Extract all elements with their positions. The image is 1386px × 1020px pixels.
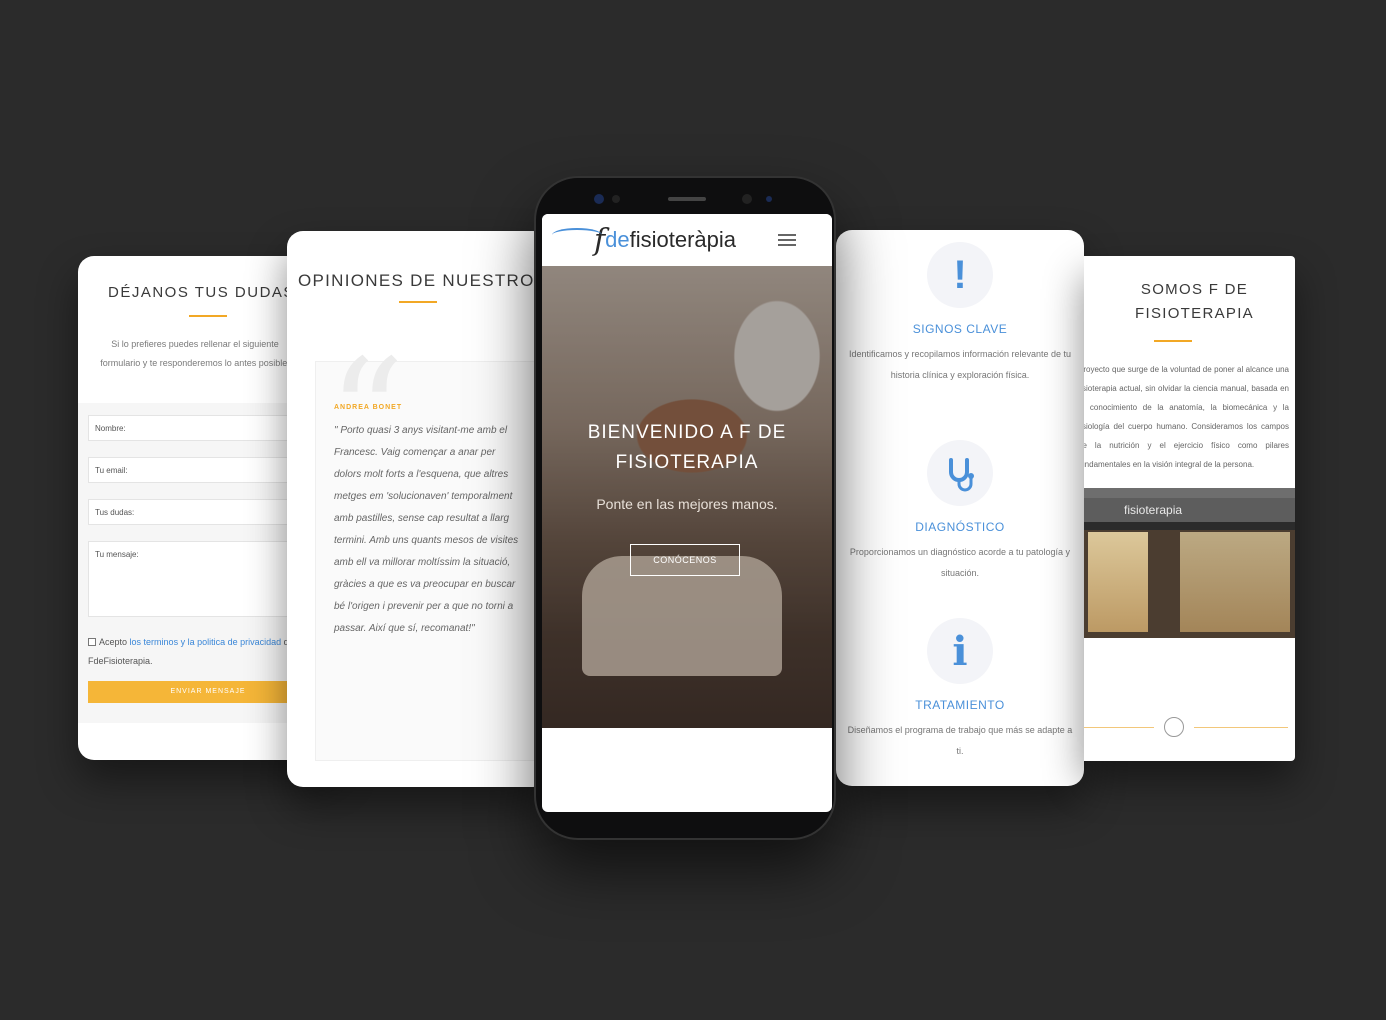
logo-circle-icon (1164, 717, 1184, 737)
logo-arc-icon (552, 228, 602, 242)
feature-title: SIGNOS CLAVE (912, 322, 1008, 336)
about-divider (1154, 340, 1192, 342)
info-icon: i (927, 618, 993, 684)
about-card: SOMOS F DE FISIOTERAPIA Proyecto que sur… (1084, 256, 1295, 761)
clinic-window (1088, 532, 1148, 632)
sensor-icon (766, 196, 772, 202)
stethoscope-icon (927, 440, 993, 506)
hero-subtitle: Ponte en las mejores manos. (596, 496, 778, 512)
hamburger-menu-icon[interactable] (778, 234, 796, 246)
hero-title: BIENVENIDO A F DE FISIOTERAPIA (587, 422, 787, 473)
about-footer (1084, 714, 1295, 740)
features-card: ! SIGNOS CLAVE Identificamos y recopilam… (836, 230, 1084, 786)
testimonial-author: ANDREA BONET (334, 404, 403, 411)
feature-title: TRATAMIENTO (915, 698, 1005, 712)
exclamation-icon: ! (927, 242, 993, 308)
feature-text: Diseñamos el programa de trabajo que más… (847, 725, 1073, 756)
privacy-link[interactable]: los terminos y la politica de privacidad (130, 637, 282, 647)
hero-section: BIENVENIDO A F DE FISIOTERAPIA Ponte en … (542, 266, 832, 728)
stethoscope-svg (949, 458, 974, 492)
logo-name[interactable]: fisioteràpia (630, 227, 736, 253)
feature-text: Identificamos y recopilamos información … (848, 349, 1072, 380)
logo-de[interactable]: de (605, 227, 629, 253)
front-camera-icon (594, 194, 604, 204)
testimonial-text: " Porto quasi 3 anys visitant-me amb el … (334, 425, 519, 634)
conocenos-button[interactable]: CONÓCENOS (630, 544, 740, 576)
phone-screen: f de fisioteràpia BIENVENIDO A F DE FISI… (542, 214, 832, 812)
clinic-photo: fisioterapia (1084, 488, 1295, 638)
feature-text: Proporcionamos un diagnóstico acorde a t… (849, 547, 1071, 578)
footer-line (1194, 727, 1288, 728)
feature-diagnostico: DIAGNÓSTICO Proporcionamos un diagnóstic… (836, 440, 1084, 584)
feature-signos: ! SIGNOS CLAVE Identificamos y recopilam… (836, 242, 1084, 386)
sensor-icon (742, 194, 752, 204)
speaker-grille (668, 197, 706, 201)
opinions-title: OPINIONES DE NUESTROS CLIENTES (298, 271, 549, 290)
site-header: f de fisioteràpia (542, 214, 832, 266)
about-title: SOMOS F DE FISIOTERAPIA (1135, 281, 1254, 322)
feature-tratamiento: i TRATAMIENTO Diseñamos el programa de t… (836, 618, 1084, 762)
contact-divider (189, 315, 227, 317)
feature-title: DIAGNÓSTICO (915, 520, 1005, 534)
opinions-divider (399, 301, 437, 303)
info-glyph: i (952, 627, 968, 675)
footer-line (1084, 727, 1154, 728)
clinic-sign: fisioterapia (1084, 498, 1295, 522)
exclamation-glyph: ! (953, 252, 967, 297)
about-text: Proyecto que surge de la voluntad de pon… (1084, 365, 1289, 469)
phone-mockup: f de fisioteràpia BIENVENIDO A F DE FISI… (534, 176, 836, 840)
opinions-card: OPINIONES DE NUESTROS CLIENTES “ ANDREA … (287, 231, 549, 787)
clinic-window (1180, 532, 1290, 632)
consent-prefix: Acepto (99, 637, 128, 647)
consent-checkbox[interactable] (88, 638, 96, 646)
phone-bezel-top (536, 178, 834, 214)
testimonial-box: “ ANDREA BONET " Porto quasi 3 anys visi… (315, 340, 549, 761)
sensor-icon (612, 195, 620, 203)
